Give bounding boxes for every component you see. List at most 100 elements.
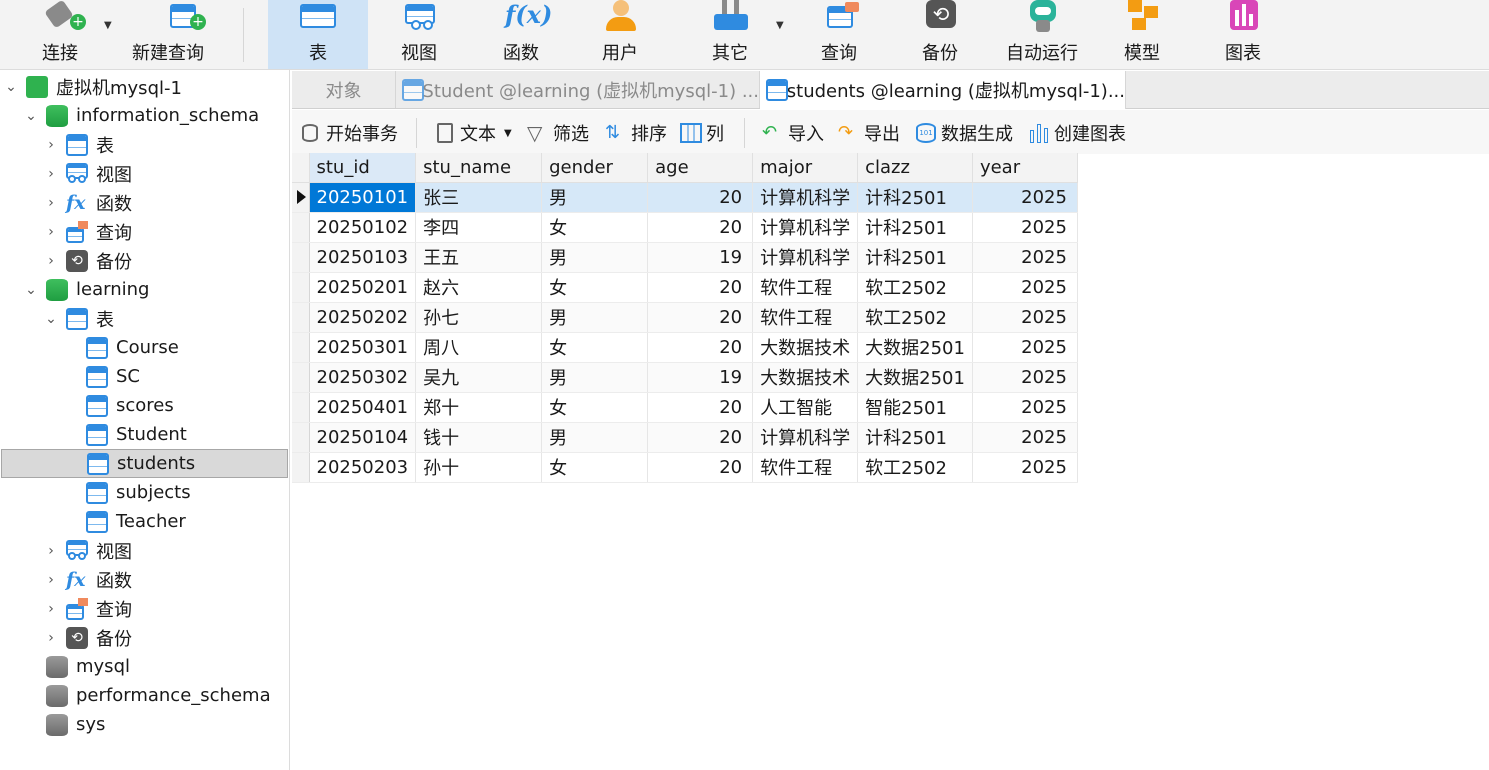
- tree-table-item[interactable]: Student: [0, 420, 290, 449]
- table-cell[interactable]: 郑十: [415, 392, 543, 423]
- chevron-right-icon[interactable]: ›: [44, 254, 58, 268]
- table-cell[interactable]: 19: [647, 242, 754, 273]
- table-cell[interactable]: 软件工程: [752, 452, 859, 483]
- column-header[interactable]: year: [972, 153, 1078, 183]
- tree-node-views[interactable]: › 视图: [0, 536, 290, 565]
- chevron-down-icon[interactable]: ⌄: [44, 312, 58, 326]
- tree-db-sys[interactable]: sys: [0, 710, 290, 739]
- table-row[interactable]: 20250302 吴九 男 19 大数据技术 大数据2501 2025: [292, 362, 1078, 393]
- model-button[interactable]: 模型: [1112, 0, 1172, 69]
- table-row[interactable]: 20250103 王五 男 19 计算机科学 计科2501 2025: [292, 242, 1078, 273]
- view-button[interactable]: 视图: [385, 0, 453, 69]
- table-cell[interactable]: 2025: [972, 392, 1078, 423]
- table-cell[interactable]: 计科2501: [857, 422, 973, 453]
- table-cell[interactable]: 男: [541, 242, 649, 273]
- table-cell[interactable]: 软件工程: [752, 302, 859, 333]
- backup-button[interactable]: ⟲ 备份: [910, 0, 970, 69]
- table-cell[interactable]: 男: [541, 362, 649, 393]
- table-cell[interactable]: 20250302: [309, 362, 417, 393]
- tree-table-item[interactable]: Course: [0, 333, 290, 362]
- new-query-button[interactable]: + 新建查询: [127, 0, 209, 69]
- tree-db-mysql[interactable]: mysql: [0, 652, 290, 681]
- table-cell[interactable]: 王五: [415, 242, 543, 273]
- chevron-down-icon[interactable]: ▼: [504, 128, 512, 139]
- table-cell[interactable]: 大数据2501: [857, 332, 973, 363]
- tree-node-tables[interactable]: ⌄ 表: [0, 304, 290, 333]
- table-cell[interactable]: 大数据技术: [752, 332, 859, 363]
- table-cell[interactable]: 计算机科学: [752, 182, 859, 213]
- table-cell[interactable]: 计算机科学: [752, 212, 859, 243]
- table-row[interactable]: 20250104 钱十 男 20 计算机科学 计科2501 2025: [292, 422, 1078, 453]
- columns-button[interactable]: 列: [680, 120, 724, 146]
- table-cell[interactable]: 软件工程: [752, 272, 859, 303]
- row-indicator[interactable]: [292, 272, 310, 303]
- table-cell[interactable]: 软工2502: [857, 272, 973, 303]
- begin-transaction-button[interactable]: 开始事务: [300, 120, 398, 146]
- chevron-right-icon[interactable]: ›: [44, 631, 58, 645]
- table-cell[interactable]: 20: [647, 182, 754, 213]
- table-cell[interactable]: 2025: [972, 422, 1078, 453]
- other-button[interactable]: 其它: [700, 0, 760, 69]
- tree-node-views[interactable]: › 视图: [0, 159, 290, 188]
- connect-button[interactable]: + 连接: [30, 0, 90, 69]
- row-indicator[interactable]: [292, 332, 310, 363]
- table-cell[interactable]: 女: [541, 332, 649, 363]
- tree-node-functions[interactable]: › fx 函数: [0, 565, 290, 594]
- table-cell[interactable]: 20250103: [309, 242, 417, 273]
- table-cell[interactable]: 20: [647, 212, 754, 243]
- table-cell[interactable]: 20: [647, 452, 754, 483]
- tree-db-information-schema[interactable]: ⌄ information_schema: [0, 101, 290, 130]
- row-indicator[interactable]: [292, 182, 310, 213]
- filter-button[interactable]: ▽ 筛选: [527, 120, 589, 146]
- table-cell[interactable]: 软工2502: [857, 302, 973, 333]
- table-cell[interactable]: 智能2501: [857, 392, 973, 423]
- table-cell[interactable]: 周八: [415, 332, 543, 363]
- table-cell[interactable]: 20: [647, 332, 754, 363]
- tree-node-backups[interactable]: › ⟲ 备份: [0, 246, 290, 275]
- table-cell[interactable]: 计科2501: [857, 182, 973, 213]
- other-dropdown-icon[interactable]: ▼: [776, 20, 784, 31]
- tree-node-functions[interactable]: › fx 函数: [0, 188, 290, 217]
- table-cell[interactable]: 计科2501: [857, 242, 973, 273]
- tree-table-item-selected[interactable]: students: [1, 449, 288, 478]
- create-chart-button[interactable]: 创建图表: [1028, 120, 1126, 146]
- tree-node-backups[interactable]: › ⟲ 备份: [0, 623, 290, 652]
- tree-db-performance-schema[interactable]: performance_schema: [0, 681, 290, 710]
- tree-table-item[interactable]: Teacher: [0, 507, 290, 536]
- table-cell[interactable]: 赵六: [415, 272, 543, 303]
- table-cell[interactable]: 2025: [972, 302, 1078, 333]
- chevron-right-icon[interactable]: ›: [44, 544, 58, 558]
- row-indicator[interactable]: [292, 452, 310, 483]
- table-cell[interactable]: 孙十: [415, 452, 543, 483]
- table-cell[interactable]: 20250104: [309, 422, 417, 453]
- table-cell[interactable]: 2025: [972, 182, 1078, 213]
- table-cell[interactable]: 20: [647, 422, 754, 453]
- chevron-right-icon[interactable]: ›: [44, 573, 58, 587]
- column-header[interactable]: gender: [541, 153, 649, 183]
- data-generation-button[interactable]: 101 数据生成: [915, 120, 1013, 146]
- table-cell[interactable]: 李四: [415, 212, 543, 243]
- column-header[interactable]: age: [647, 153, 754, 183]
- table-cell[interactable]: 女: [541, 392, 649, 423]
- chevron-down-icon[interactable]: ⌄: [24, 109, 38, 123]
- table-cell[interactable]: 20250101: [309, 182, 417, 213]
- autorun-button[interactable]: 自动运行: [1002, 0, 1082, 69]
- chevron-right-icon[interactable]: ›: [44, 225, 58, 239]
- text-view-button[interactable]: 文本 ▼: [434, 120, 512, 146]
- table-cell[interactable]: 2025: [972, 212, 1078, 243]
- chevron-down-icon[interactable]: ⌄: [24, 283, 38, 297]
- table-cell[interactable]: 大数据2501: [857, 362, 973, 393]
- table-cell[interactable]: 20: [647, 302, 754, 333]
- tree-node-queries[interactable]: › 查询: [0, 594, 290, 623]
- sort-button[interactable]: ⇅ 排序: [605, 120, 667, 146]
- table-cell[interactable]: 2025: [972, 362, 1078, 393]
- column-header[interactable]: clazz: [857, 153, 973, 183]
- table-cell[interactable]: 20250202: [309, 302, 417, 333]
- table-cell[interactable]: 20250201: [309, 272, 417, 303]
- tab-students[interactable]: students @learning (虚拟机mysql-1)...: [760, 71, 1126, 109]
- tree-table-item[interactable]: SC: [0, 362, 290, 391]
- tree-node-queries[interactable]: › 查询: [0, 217, 290, 246]
- tree-db-learning[interactable]: ⌄ learning: [0, 275, 290, 304]
- table-cell[interactable]: 20: [647, 272, 754, 303]
- table-row[interactable]: 20250202 孙七 男 20 软件工程 软工2502 2025: [292, 302, 1078, 333]
